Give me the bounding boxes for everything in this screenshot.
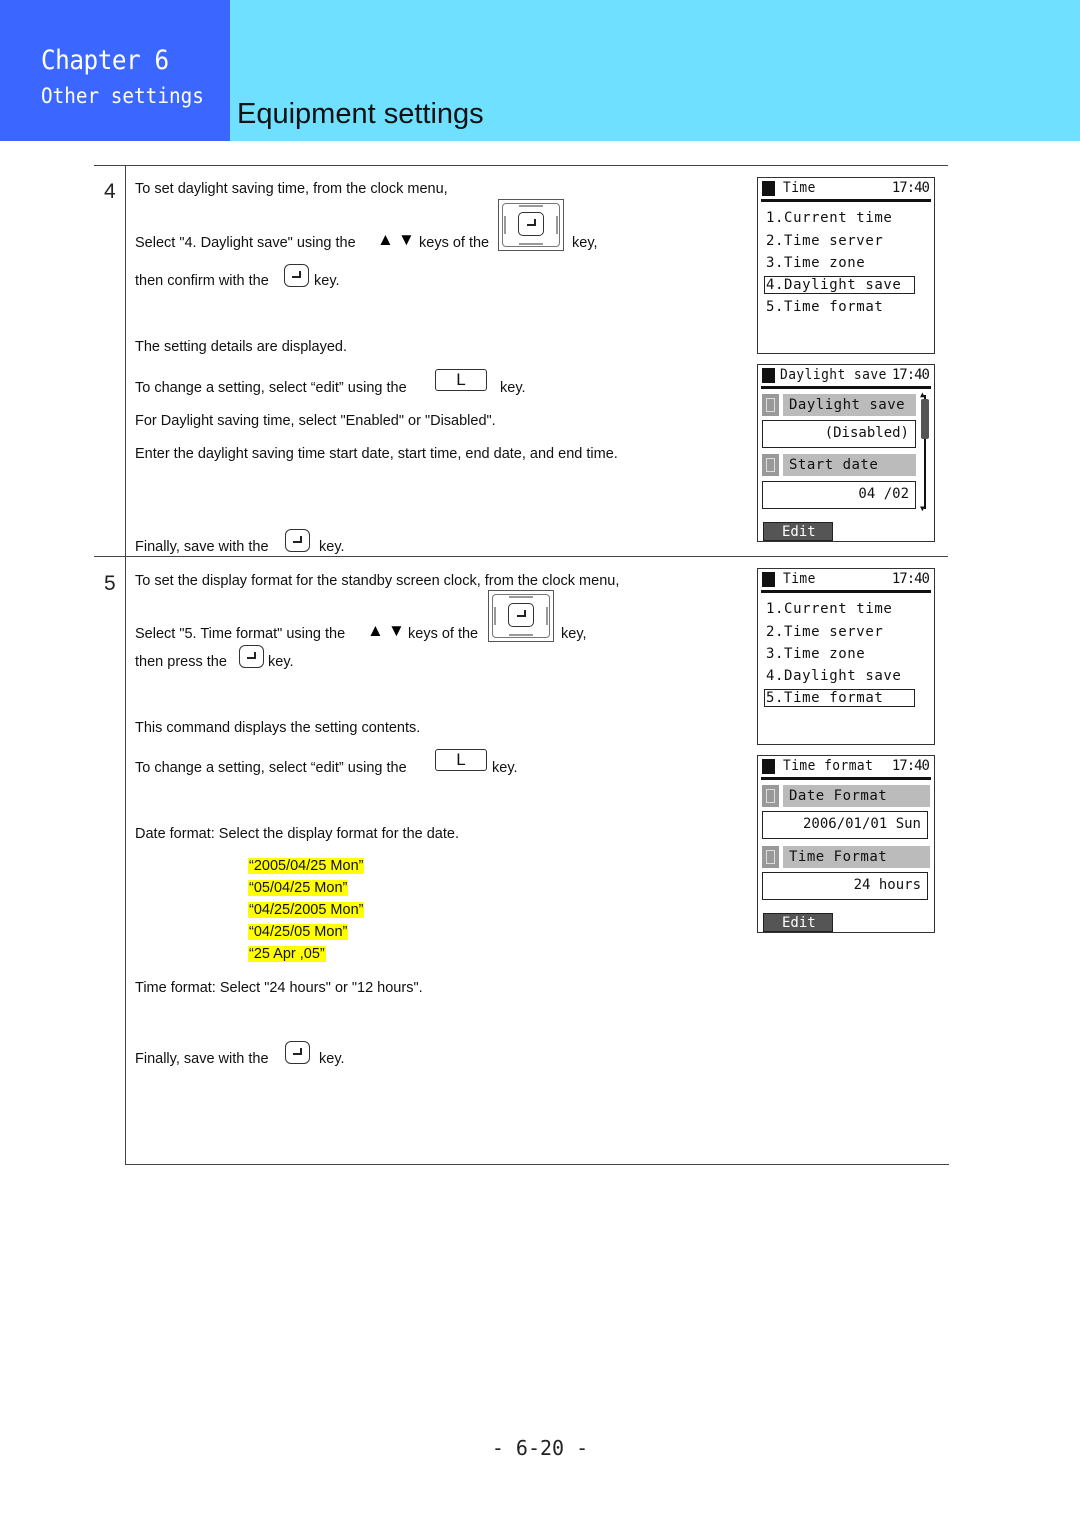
lcd-scrollbar: ▲ ▼ xyxy=(920,391,930,513)
checkbox-icon xyxy=(762,846,779,868)
step5-line4: This command displays the setting conten… xyxy=(135,720,421,736)
page-title: Equipment settings xyxy=(237,98,484,130)
down-arrow-icon: ▼ xyxy=(388,621,405,640)
step5-line3-text: then press the xyxy=(135,654,227,670)
lcd-menu-item-selected: 4.Daylight save xyxy=(764,276,915,294)
date-format-option: “05/04/25 Mon” xyxy=(248,880,349,896)
step5-line2-post: key, xyxy=(561,626,587,642)
up-arrow-icon: ▲ xyxy=(367,621,384,640)
table-bottom-rule xyxy=(125,1164,949,1165)
checkbox-icon xyxy=(762,454,779,476)
lcd-header-block-icon xyxy=(762,181,775,196)
step-number: 5 xyxy=(104,572,116,595)
lcd-title: Time xyxy=(783,180,816,196)
lcd-menu-item: 1.Current time xyxy=(766,210,893,226)
checkbox-icon xyxy=(762,785,779,807)
lcd-menu-item: 2.Time server xyxy=(766,624,884,640)
lcd-clock: 17:40 xyxy=(891,571,930,587)
lcd-clock: 17:40 xyxy=(891,180,930,196)
lcd-edit-softkey: Edit xyxy=(763,522,833,541)
step5-line3-post: key. xyxy=(268,654,294,670)
lcd-header: Time 17:40 xyxy=(761,178,931,202)
lcd-header-block-icon xyxy=(762,572,775,587)
step5-line8-text: Finally, save with the xyxy=(135,1051,269,1067)
date-format-option: “04/25/05 Mon” xyxy=(248,924,349,940)
navigation-key-icon xyxy=(498,199,564,251)
lcd-field-label: Date Format xyxy=(762,785,930,807)
step4-line7: Enter the daylight saving time start dat… xyxy=(135,446,618,462)
lcd-header-block-icon xyxy=(762,759,775,774)
lcd-title: Time format xyxy=(783,758,874,774)
chapter-banner: Chapter 6 Other settings xyxy=(0,0,230,141)
step5-line2-text: Select "5. Time format" using the xyxy=(135,626,346,642)
step5-line8-post: key. xyxy=(319,1051,345,1067)
page-number: - 6-20 - xyxy=(491,1436,589,1460)
step4-line8-text: Finally, save with the xyxy=(135,539,269,555)
step4-line2-text: Select "4. Daylight save" using the xyxy=(135,235,356,251)
lcd-field-value: 24 hours xyxy=(762,872,928,900)
step4-line5-text: To change a setting, select “edit” using… xyxy=(135,380,407,396)
lcd-title: Time xyxy=(783,571,816,587)
step4-line3-post: key. xyxy=(314,273,340,289)
step4-line8-post: key. xyxy=(319,539,345,555)
lcd-menu-item-selected: 5.Time format xyxy=(764,689,915,707)
l-key-icon: L xyxy=(435,369,487,391)
table-column-rule xyxy=(125,165,126,1165)
checkbox-icon xyxy=(762,394,779,416)
lcd-field-label: Start date xyxy=(762,454,916,476)
lcd-menu-item: 4.Daylight save xyxy=(766,668,902,684)
date-format-option: “25 Apr ,05” xyxy=(248,946,326,962)
enter-key-icon xyxy=(285,529,310,552)
step-divider xyxy=(94,556,948,557)
up-arrow-icon: ▲ xyxy=(377,230,394,249)
step5-line6: Date format: Select the display format f… xyxy=(135,826,459,842)
step4-line1: To set daylight saving time, from the cl… xyxy=(135,181,448,197)
step4-line2-post: key, xyxy=(572,235,598,251)
step4-line3-text: then confirm with the xyxy=(135,273,269,289)
lcd-field-value: (Disabled) xyxy=(762,420,916,448)
lcd-field-label: Time Format xyxy=(762,846,930,868)
step-number: 4 xyxy=(104,180,116,203)
down-arrow-icon: ▼ xyxy=(398,230,415,249)
lcd-time-format: Time format 17:40 Date Format 2006/01/01… xyxy=(757,755,935,933)
lcd-menu-item: 1.Current time xyxy=(766,601,893,617)
step5-line2-mid: keys of the xyxy=(408,626,479,642)
lcd-header-block-icon xyxy=(762,368,775,383)
l-key-icon: L xyxy=(435,749,487,771)
lcd-time-menu: Time 17:40 1.Current time 2.Time server … xyxy=(757,177,935,354)
enter-key-icon xyxy=(239,645,264,668)
lcd-menu-item: 2.Time server xyxy=(766,233,884,249)
lcd-clock: 17:40 xyxy=(891,367,930,383)
chapter-title: Chapter 6 xyxy=(41,45,169,76)
enter-key-icon xyxy=(284,264,309,287)
lcd-time-menu: Time 17:40 1.Current time 2.Time server … xyxy=(757,568,935,745)
date-format-option: “2005/04/25 Mon” xyxy=(248,858,365,874)
lcd-field-value: 2006/01/01 Sun xyxy=(762,811,928,839)
lcd-clock: 17:40 xyxy=(891,758,930,774)
navigation-key-icon xyxy=(488,590,554,642)
lcd-title: Daylight save xyxy=(780,367,887,383)
lcd-header: Daylight save 17:40 xyxy=(761,365,931,389)
enter-key-icon xyxy=(285,1041,310,1064)
lcd-menu-item: 5.Time format xyxy=(766,299,884,315)
lcd-field-label: Daylight save xyxy=(762,394,916,416)
step4-line4: The setting details are displayed. xyxy=(135,339,347,355)
table-top-rule xyxy=(94,165,948,166)
lcd-header: Time 17:40 xyxy=(761,569,931,593)
lcd-menu-item: 3.Time zone xyxy=(766,255,866,271)
step4-line2-mid: keys of the xyxy=(419,235,490,251)
step4-line5-post: key. xyxy=(500,380,526,396)
date-format-option: “04/25/2005 Mon” xyxy=(248,902,365,918)
lcd-menu-item: 3.Time zone xyxy=(766,646,866,662)
chapter-subtitle: Other settings xyxy=(41,84,204,108)
step5-line7: Time format: Select "24 hours" or "12 ho… xyxy=(135,980,423,996)
lcd-field-value: 04 /02 xyxy=(762,481,916,509)
lcd-edit-softkey: Edit xyxy=(763,913,833,932)
step5-line5-post: key. xyxy=(492,760,518,776)
step5-line1: To set the display format for the standb… xyxy=(135,573,620,589)
step4-line6: For Daylight saving time, select "Enable… xyxy=(135,413,496,429)
lcd-daylight-save: Daylight save 17:40 Daylight save (Disab… xyxy=(757,364,935,542)
step5-line5-text: To change a setting, select “edit” using… xyxy=(135,760,407,776)
lcd-header: Time format 17:40 xyxy=(761,756,931,780)
